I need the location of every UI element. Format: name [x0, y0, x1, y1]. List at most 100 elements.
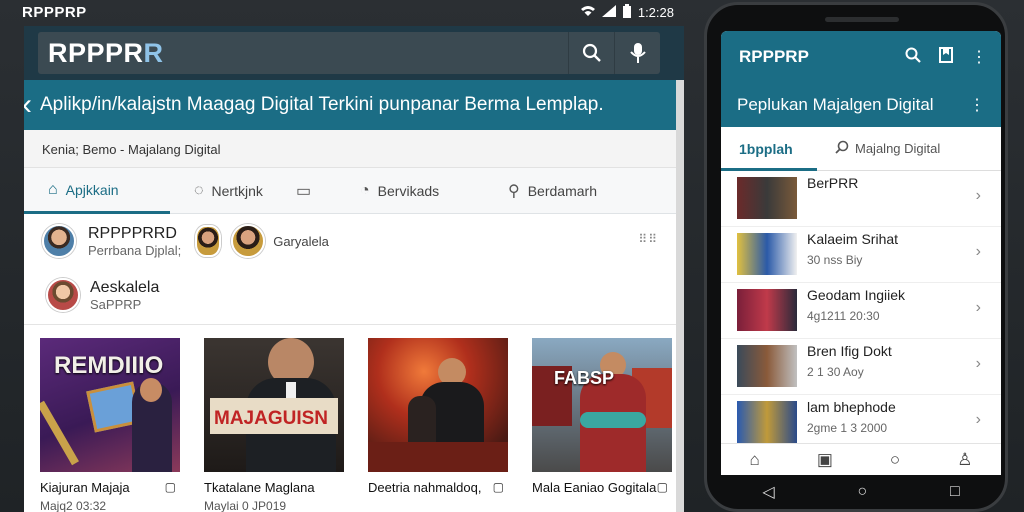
user-text: Aeskalela SaPPRP — [90, 279, 159, 312]
profile-icon[interactable]: ♙ — [957, 450, 972, 470]
tab-majalng-digital[interactable]: Majalng Digital — [835, 140, 940, 157]
app-logo-main: RPPPR — [48, 37, 144, 68]
bookmark-icon[interactable]: ▢ — [493, 480, 504, 494]
phone-device: RPPPRP ⋮ Peplukan Majalgen Digital ⋮ 1bp… — [704, 2, 1008, 512]
avatar[interactable] — [195, 225, 222, 257]
phone-tab-bar: 1bpplah Majalng Digital — [721, 127, 1001, 171]
more-vert-icon[interactable]: ⋮ — [969, 95, 985, 115]
phone-speaker — [825, 17, 899, 22]
search-icon: ⚲ — [508, 183, 520, 200]
wifi-icon — [580, 5, 596, 20]
status-brand: RPPPRP — [22, 4, 87, 21]
app-logo-text: RPPPRR — [48, 38, 164, 69]
card-subtitle: Majq2 03:32 — [40, 499, 107, 512]
user-name: Aeskalela — [90, 278, 160, 296]
list-item[interactable]: BerPRR › — [721, 171, 1001, 227]
tab-berdamarh[interactable]: ⚲ Berdamarh — [484, 168, 634, 214]
chevron-right-icon: › — [975, 355, 981, 372]
list-thumbnail — [737, 401, 797, 443]
user-text: RPPPPRRD Perrbana Djplal; — [88, 225, 181, 258]
tablet-window: RPPPRR ‹ Aplikp/in/kalajstn Maagag Digit… — [24, 26, 684, 512]
tab-messages[interactable]: ▭ — [280, 168, 336, 214]
back-arrow-icon[interactable]: ‹ — [24, 88, 38, 122]
home-icon[interactable]: ⌂ — [750, 450, 760, 470]
gallery-icon[interactable]: ▣ — [817, 450, 833, 470]
home-button-icon[interactable]: ○ — [857, 483, 867, 501]
clock-time: 1:2:28 — [637, 5, 674, 20]
list-item[interactable]: Geodam Ingiiek 4g1211 20:30 › — [721, 283, 1001, 339]
tab-1bpplah[interactable]: 1bpplah — [721, 127, 817, 171]
signal-icon — [601, 5, 616, 20]
list-item-subtitle: 2gme 1 3 2000 — [807, 421, 888, 435]
tab-bervikads[interactable]: ◔ Bervikads — [336, 168, 484, 214]
list-item-subtitle: 4g1211 20:30 — [807, 309, 880, 323]
list-thumbnail — [737, 345, 797, 387]
more-vert-icon[interactable]: ⋮ — [971, 47, 987, 68]
app-logo-accent: R — [143, 37, 164, 68]
list-item-subtitle: 30 nss Biy — [807, 253, 863, 267]
home-icon: ⌂ — [48, 180, 58, 198]
tab-label: Apjkkain — [65, 181, 119, 198]
card-thumbnail[interactable]: FABSP — [532, 338, 672, 472]
search-field[interactable]: RPPPRR — [38, 32, 660, 74]
timer-icon: ◔ — [360, 182, 370, 199]
chevron-right-icon: › — [975, 411, 981, 428]
tab-label: Berdamarh — [527, 183, 597, 199]
tab-label: Bervikads — [377, 183, 440, 199]
scrollbar[interactable] — [676, 80, 684, 512]
avatar[interactable] — [46, 278, 80, 312]
media-card[interactable]: FABSP Mala Eaniao Gogitala ▢ — [532, 338, 672, 495]
list-thumbnail — [737, 233, 797, 275]
avatar[interactable] — [42, 224, 76, 258]
list-item-subtitle: 2 1 30 Aoy — [807, 365, 864, 379]
list-item-title: Kalaeim Srihat — [807, 231, 899, 247]
user-row-2: Aeskalela SaPPRP — [24, 278, 676, 312]
recents-icon[interactable]: □ — [950, 483, 960, 501]
thumb-text: REMDIIIO — [54, 352, 164, 379]
chevron-right-icon: › — [975, 243, 981, 260]
avatar[interactable] — [231, 224, 266, 258]
list-thumbnail — [737, 177, 797, 219]
list-thumbnail — [737, 289, 797, 331]
chat-icon: ◌ — [194, 182, 204, 199]
media-card[interactable]: REMDIIIO Kiajuran Majaja Majq2 03:32 ▢ — [40, 338, 180, 512]
back-icon[interactable]: ◁ — [762, 482, 774, 502]
bookmark-icon[interactable]: ▢ — [165, 480, 176, 494]
phone-app-name: RPPPRP — [739, 47, 809, 66]
search-icon[interactable] — [568, 32, 614, 74]
card-thumbnail[interactable]: REMDIIIO — [40, 338, 180, 472]
card-title: Mala Eaniao Gogitala — [532, 480, 657, 495]
list-item[interactable]: Kalaeim Srihat 30 nss Biy › — [721, 227, 1001, 283]
page-title: Aplikp/in/kalajstn Maagag Digital Terkin… — [40, 94, 604, 115]
list-item-title: BerPRR — [807, 175, 859, 191]
chat-icon[interactable]: ○ — [890, 450, 900, 470]
card-subtitle: Maylai 0 JP019 — [204, 499, 287, 512]
page-title-bar: ‹ Aplikp/in/kalajstn Maagag Digital Terk… — [24, 80, 684, 130]
card-title: Kiajuran Majaja — [40, 480, 130, 495]
tab-apjkkain[interactable]: ⌂ Apjkkain — [24, 168, 170, 214]
bookmark-icon[interactable]: ▢ — [657, 480, 668, 494]
phone-screen: RPPPRP ⋮ Peplukan Majalgen Digital ⋮ 1bp… — [721, 31, 1001, 475]
media-card[interactable]: MAJAGUISN Tkatalane Maglana Maylai 0 JP0… — [204, 338, 344, 512]
battery-icon — [622, 4, 632, 21]
bookmark-icon[interactable] — [939, 46, 953, 68]
user-name: RPPPPRRD — [88, 224, 177, 242]
list-item[interactable]: Bren Ifig Dokt 2 1 30 Aoy › — [721, 339, 1001, 395]
message-icon: ▭ — [296, 183, 312, 200]
media-card[interactable]: Deetria nahmaldoq, ▢ — [368, 338, 508, 495]
thumb-text: FABSP — [554, 368, 615, 388]
phone-title-bar: Peplukan Majalgen Digital ⋮ — [721, 83, 1001, 127]
search-icon[interactable] — [905, 47, 921, 68]
tab-nertkjnk[interactable]: ◌ Nertkjnk — [170, 168, 280, 214]
card-thumbnail[interactable]: MAJAGUISN — [204, 338, 344, 472]
card-title: Deetria nahmaldoq, — [368, 480, 482, 495]
microphone-icon[interactable] — [614, 32, 660, 74]
list-item-title: Geodam Ingiiek — [807, 287, 906, 303]
card-thumbnail[interactable] — [368, 338, 508, 472]
tab-label: Majalng Digital — [855, 141, 941, 156]
list-item-title: lam bhephode — [807, 399, 896, 415]
phone-bottom-nav: ⌂ ▣ ○ ♙ — [721, 443, 1001, 475]
more-options-icon[interactable]: ⠿⠿ — [638, 232, 658, 246]
user-row-1: RPPPPRRD Perrbana Djplal; Garyalela ⠿⠿ — [24, 224, 676, 258]
search-bar: RPPPRR — [24, 26, 684, 80]
